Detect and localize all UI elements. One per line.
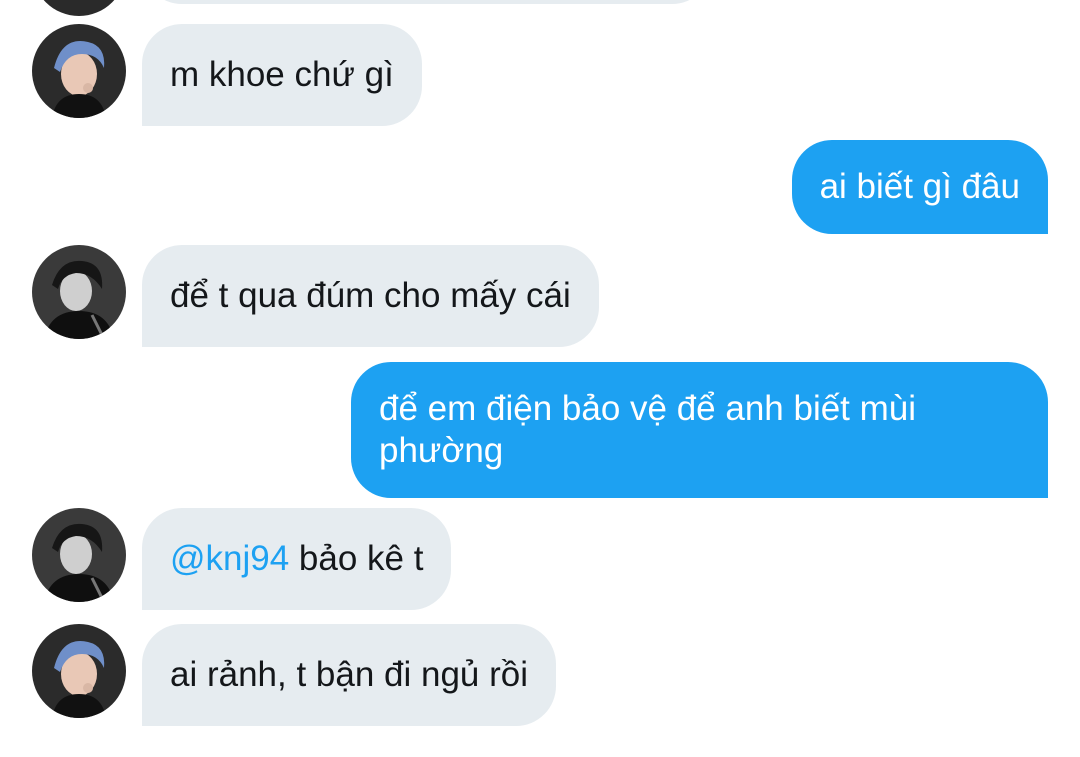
message-text-line: để em điện bảo vệ để anh biết mùi — [379, 389, 917, 428]
message-text: ai biết gì đâu — [819, 167, 1020, 206]
avatar[interactable] — [32, 24, 126, 118]
message-text: m khoe chứ gì — [170, 55, 394, 94]
avatar[interactable] — [32, 624, 126, 718]
avatar[interactable] — [32, 245, 126, 339]
avatar-monochrome-icon — [32, 508, 126, 602]
avatar-color-blue-hair-icon — [32, 624, 126, 718]
message-text: để t qua đúm cho mấy cái — [170, 276, 571, 315]
message-bubble[interactable]: để em điện bảo vệ để anh biết mùi phường — [351, 362, 1048, 498]
message-bubble[interactable]: @knj94 bảo kê t — [142, 508, 452, 610]
partial-incoming-avatar — [32, 0, 126, 16]
message-bubble[interactable]: m khoe chứ gì — [142, 24, 422, 126]
message-text: bảo kê t — [289, 539, 424, 578]
avatar[interactable] — [32, 508, 126, 602]
message-text: ai rảnh, t bận đi ngủ rồi — [170, 655, 529, 694]
message-text-line: phường — [379, 431, 504, 470]
dm-conversation: m khoe chứ gì ai biết gì đâu để t qua đú… — [0, 0, 1080, 757]
avatar-monochrome-icon — [32, 245, 126, 339]
message-bubble[interactable]: ai rảnh, t bận đi ngủ rồi — [142, 624, 557, 726]
message-bubble[interactable]: để t qua đúm cho mấy cái — [142, 245, 599, 347]
message-bubble[interactable]: ai biết gì đâu — [791, 140, 1048, 234]
partial-incoming-bubble[interactable] — [142, 0, 712, 4]
mention-link[interactable]: @knj94 — [170, 539, 289, 578]
avatar-color-blue-hair-icon — [32, 24, 126, 118]
